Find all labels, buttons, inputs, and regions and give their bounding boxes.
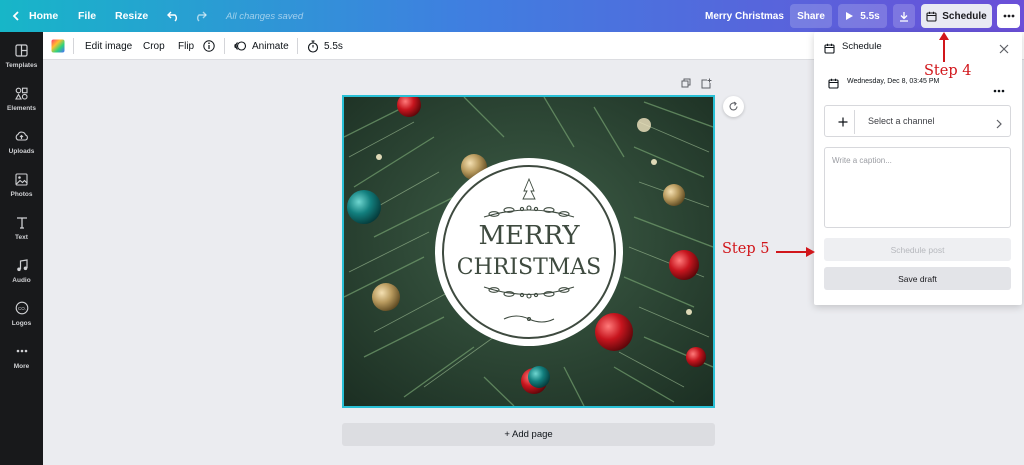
annotation-arrows — [776, 32, 949, 257]
step-4-annotation: Step 4 — [924, 63, 972, 79]
step-5-annotation: Step 5 — [722, 241, 770, 257]
